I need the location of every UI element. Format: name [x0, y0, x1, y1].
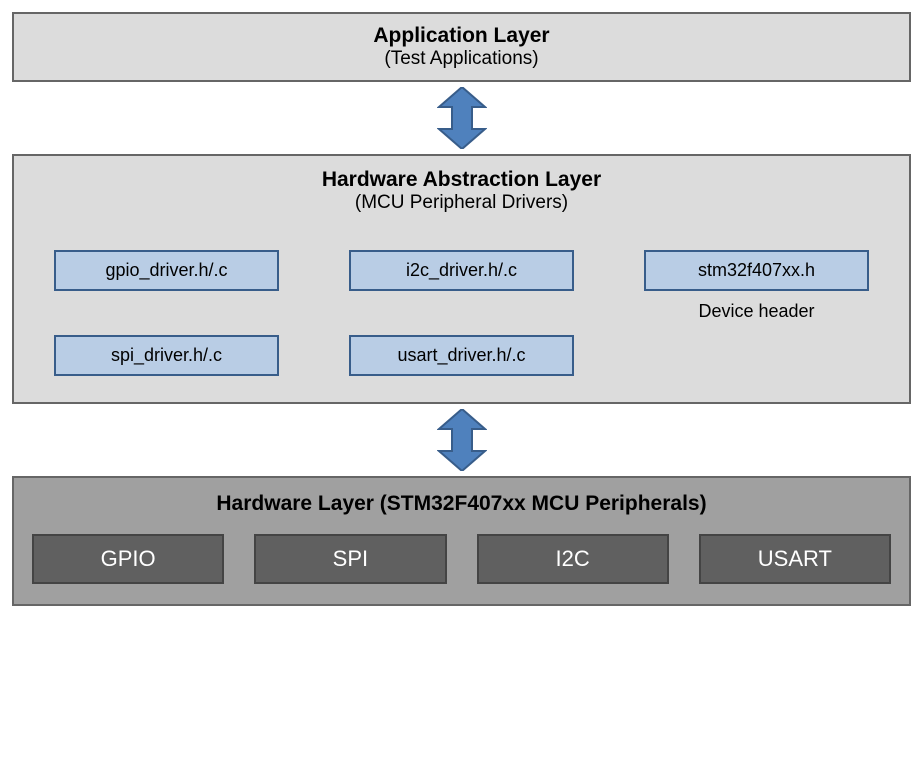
- hw-box-gpio: GPIO: [32, 534, 224, 584]
- hardware-layer-title: Hardware Layer (STM32F407xx MCU Peripher…: [32, 492, 891, 516]
- hardware-grid: GPIO SPI I2C USART: [32, 534, 891, 584]
- double-arrow-icon: [437, 409, 487, 471]
- double-arrow-icon: [437, 87, 487, 149]
- arrow-app-to-hal: [12, 82, 911, 154]
- hw-box-usart: USART: [699, 534, 891, 584]
- driver-box-i2c: i2c_driver.h/.c: [349, 250, 574, 291]
- driver-box-spi: spi_driver.h/.c: [54, 335, 279, 376]
- application-layer-subtitle: (Test Applications): [28, 48, 895, 70]
- application-layer-title: Application Layer: [28, 24, 895, 48]
- driver-cell-spi: spi_driver.h/.c: [54, 335, 279, 376]
- driver-cell-stm32: stm32f407xx.h Device header: [644, 250, 869, 291]
- arrow-hal-to-hw: [12, 404, 911, 476]
- driver-cell-usart: usart_driver.h/.c: [349, 335, 574, 376]
- hal-layer-box: Hardware Abstraction Layer (MCU Peripher…: [12, 154, 911, 404]
- driver-cell-gpio: gpio_driver.h/.c: [54, 250, 279, 291]
- driver-box-usart: usart_driver.h/.c: [349, 335, 574, 376]
- driver-grid: gpio_driver.h/.c i2c_driver.h/.c stm32f4…: [54, 250, 869, 376]
- driver-cell-empty: [644, 335, 869, 376]
- device-header-caption: Device header: [644, 301, 869, 322]
- hal-layer-title: Hardware Abstraction Layer: [54, 168, 869, 192]
- driver-cell-i2c: i2c_driver.h/.c: [349, 250, 574, 291]
- application-layer-box: Application Layer (Test Applications): [12, 12, 911, 82]
- hw-box-i2c: I2C: [477, 534, 669, 584]
- driver-box-gpio: gpio_driver.h/.c: [54, 250, 279, 291]
- hw-box-spi: SPI: [254, 534, 446, 584]
- driver-box-stm32: stm32f407xx.h: [644, 250, 869, 291]
- hal-layer-subtitle: (MCU Peripheral Drivers): [54, 192, 869, 214]
- hardware-layer-box: Hardware Layer (STM32F407xx MCU Peripher…: [12, 476, 911, 606]
